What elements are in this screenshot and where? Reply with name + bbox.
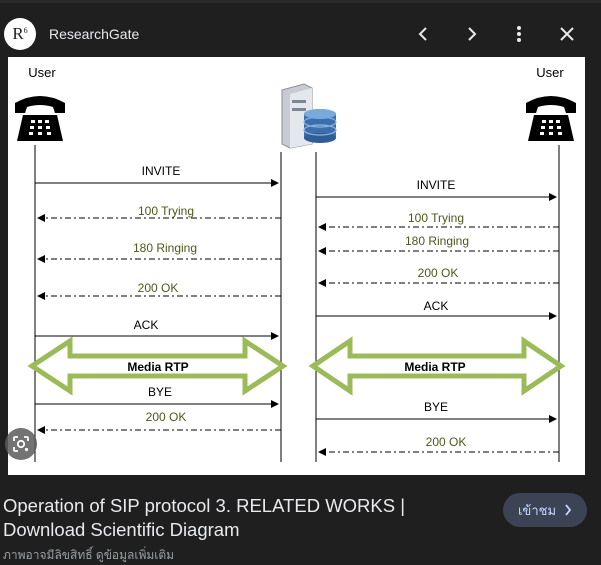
right-user-label: User <box>536 65 564 80</box>
left-ack-label: ACK <box>134 318 159 332</box>
visit-button-label: เข้าชม <box>517 502 557 518</box>
right-200-ok-label: 200 OK <box>418 266 459 280</box>
right-bye-200-ok-label: 200 OK <box>426 435 467 449</box>
right-bye-label: BYE <box>424 400 448 414</box>
image-caption-link[interactable]: Operation of SIP protocol 3. RELATED WOR… <box>3 494 483 542</box>
sip-sequence-diagram: User User INVITE 100 Trying 180 Ringing … <box>15 65 576 462</box>
copyright-note[interactable]: ภาพอาจมีลิขสิทธิ์ ดูข้อมูลเพิ่มเติม <box>3 546 174 565</box>
researchgate-logo: R6 <box>4 18 36 50</box>
top-bar: R6 ResearchGate <box>0 0 601 60</box>
left-invite-label: INVITE <box>142 164 181 178</box>
left-user-label: User <box>28 65 56 80</box>
more-vert-icon <box>517 26 521 42</box>
close-button[interactable] <box>555 22 579 46</box>
phone-icon <box>15 96 65 141</box>
close-icon <box>560 27 574 41</box>
right-media-rtp-label: Media RTP <box>404 360 465 374</box>
chevron-right-icon <box>565 504 572 516</box>
previous-button[interactable] <box>412 22 436 46</box>
left-180-ringing-label: 180 Ringing <box>133 241 197 255</box>
left-bye-200-ok-label: 200 OK <box>146 410 187 424</box>
right-invite-label: INVITE <box>417 178 456 192</box>
site-name: ResearchGate <box>49 26 140 42</box>
left-media-rtp-label: Media RTP <box>127 360 188 374</box>
right-100-trying-label: 100 Trying <box>408 211 464 225</box>
visit-button[interactable]: เข้าชม <box>503 493 587 527</box>
phone-icon <box>526 96 576 141</box>
more-options-button[interactable] <box>507 22 531 46</box>
left-100-trying-label: 100 Trying <box>138 204 194 218</box>
lens-icon <box>13 436 29 452</box>
google-lens-button[interactable] <box>5 428 37 460</box>
next-button[interactable] <box>459 22 483 46</box>
chevron-right-icon <box>468 27 477 41</box>
right-ack-label: ACK <box>424 299 449 313</box>
left-200-ok-label: 200 OK <box>138 281 179 295</box>
sip-diagram-image[interactable]: User User INVITE 100 Trying 180 Ringing … <box>8 57 585 475</box>
chevron-left-icon <box>418 27 427 41</box>
server-icon <box>281 83 337 149</box>
left-bye-label: BYE <box>148 385 172 399</box>
right-180-ringing-label: 180 Ringing <box>405 234 469 248</box>
lifelines <box>34 145 560 462</box>
